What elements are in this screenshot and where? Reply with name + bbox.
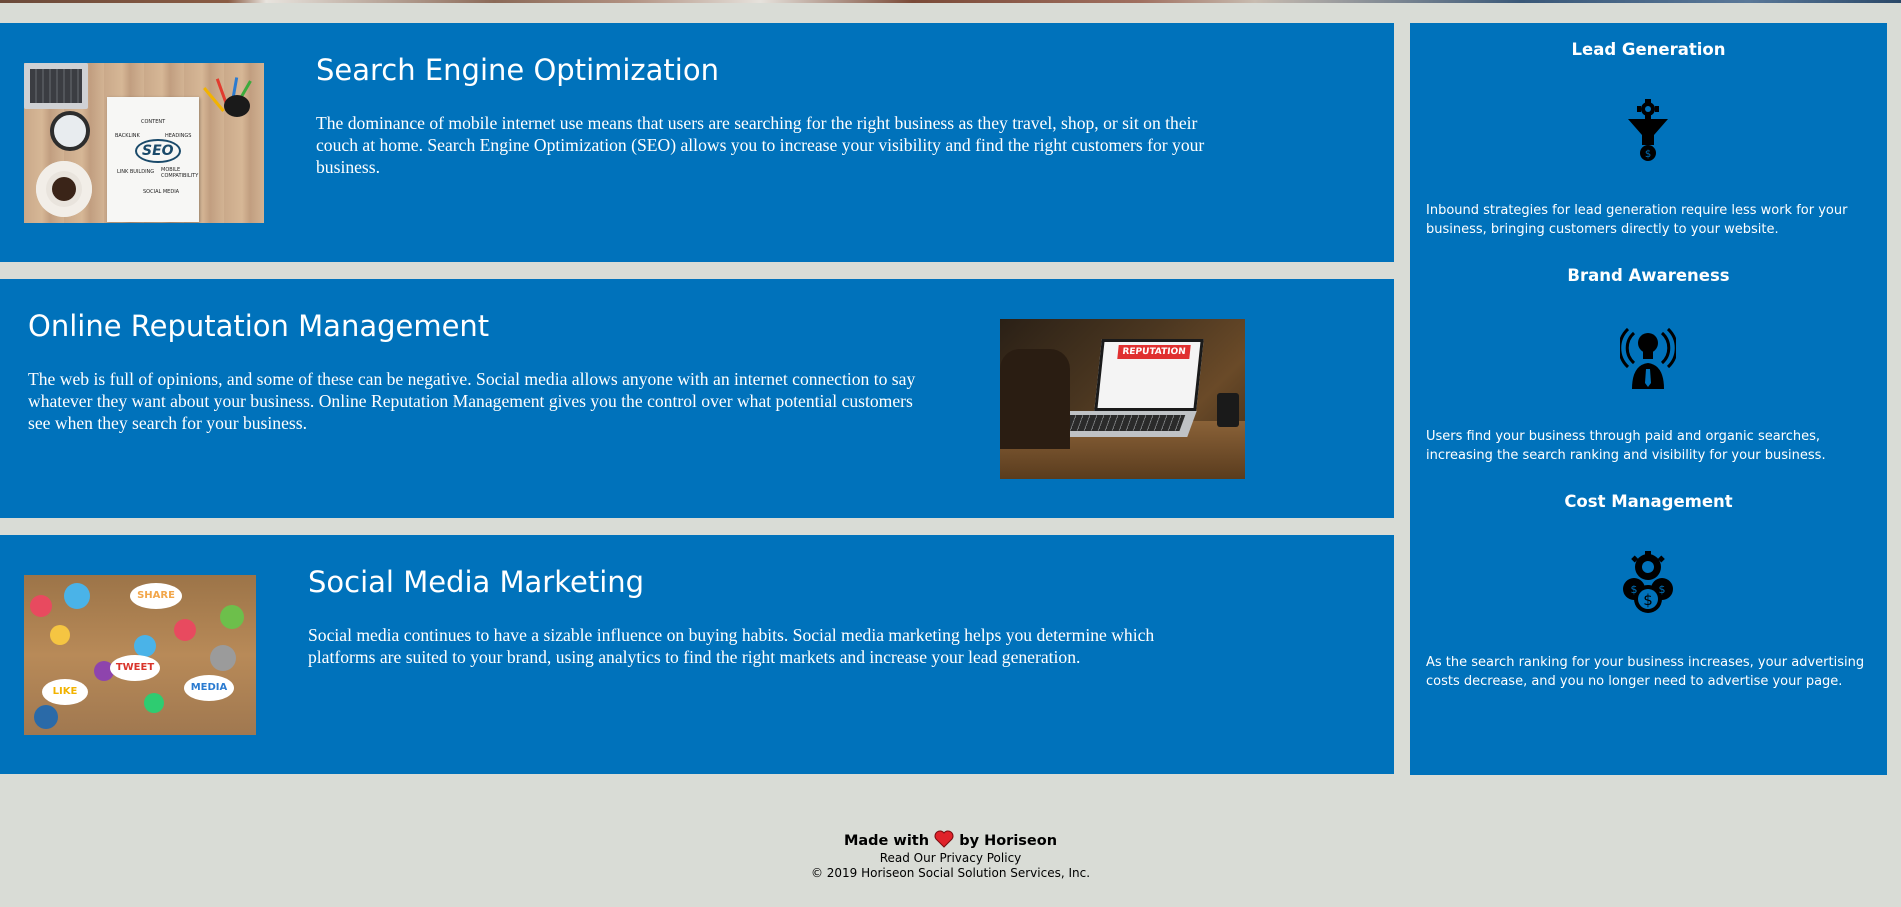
- benefit-brand-awareness: Brand Awareness Users find your business…: [1410, 265, 1887, 463]
- hero-image-strip: [0, 0, 1901, 3]
- svg-text:$: $: [1659, 583, 1666, 596]
- service-text: Social media continues to have a sizable…: [308, 625, 1155, 667]
- benefit-text: Inbound strategies for lead generation r…: [1426, 203, 1848, 237]
- cost-management-icon: $ $ $: [1623, 551, 1673, 613]
- benefit-title: Lead Generation: [1571, 40, 1726, 59]
- benefit-title: Cost Management: [1564, 492, 1733, 511]
- benefit-text: Users find your business through paid an…: [1426, 429, 1826, 463]
- service-title: Search Engine Optimization: [316, 53, 719, 87]
- svg-text:$: $: [1645, 149, 1651, 160]
- benefit-title: Brand Awareness: [1567, 266, 1730, 285]
- seo-image: SEO CONTENT BACKLINK HEADINGS LINK BUILD…: [24, 63, 264, 223]
- service-title: Social Media Marketing: [308, 565, 645, 599]
- benefit-lead-generation: Lead Generation $ Inbound strategies for…: [1410, 39, 1887, 237]
- lead-generation-icon: $: [1628, 99, 1668, 161]
- service-card-reputation: Online Reputation Management The web is …: [0, 279, 1394, 518]
- service-card-social-media: SHARE TWEET LIKE MEDIA Social Media Mark…: [0, 535, 1394, 774]
- privacy-policy-link[interactable]: Read Our Privacy Policy: [880, 851, 1022, 865]
- made-with-line: Made with by Horiseon: [0, 830, 1901, 851]
- svg-text:$: $: [1643, 591, 1653, 609]
- footer: Made with by Horiseon Read Our Privacy P…: [0, 830, 1901, 881]
- service-card-seo: SEO CONTENT BACKLINK HEADINGS LINK BUILD…: [0, 23, 1394, 262]
- svg-text:$: $: [1631, 583, 1638, 596]
- benefit-cost-management: Cost Management $ $ $ As the search rank…: [1410, 491, 1887, 689]
- brand-awareness-icon: [1620, 327, 1676, 389]
- benefit-text: As the search ranking for your business …: [1426, 655, 1865, 689]
- service-text: The web is full of opinions, and some of…: [28, 369, 916, 433]
- reputation-image: REPUTATION: [1000, 319, 1245, 479]
- benefits-sidebar: Lead Generation $ Inbound strategies for…: [1410, 23, 1887, 775]
- copyright-text: © 2019 Horiseon Social Solution Services…: [810, 866, 1091, 880]
- social-media-image: SHARE TWEET LIKE MEDIA: [24, 575, 256, 735]
- service-text: The dominance of mobile internet use mea…: [316, 113, 1205, 177]
- heart-icon: [934, 830, 954, 848]
- service-title: Online Reputation Management: [28, 309, 490, 343]
